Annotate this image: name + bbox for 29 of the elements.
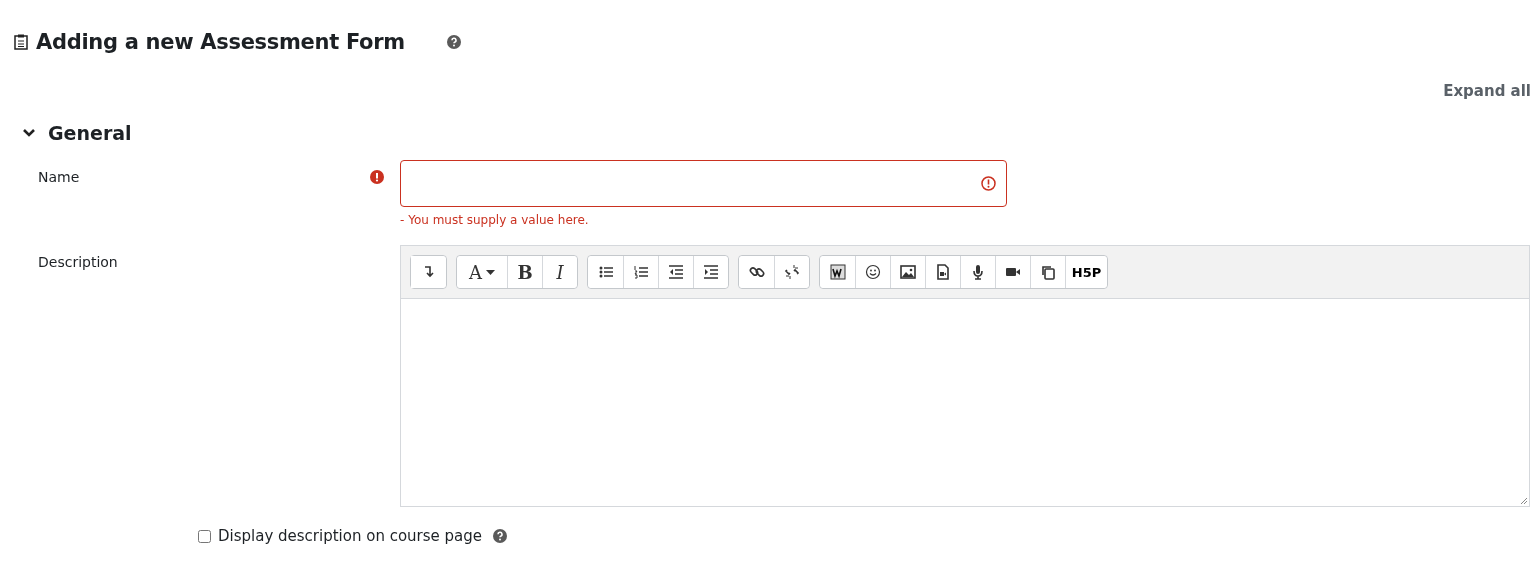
italic-button[interactable]: I: [542, 256, 577, 288]
numbered-list-icon: [632, 263, 650, 281]
chevron-icon[interactable]: [22, 128, 36, 138]
indent-button[interactable]: [693, 256, 728, 288]
clipboard-icon: [14, 34, 28, 50]
unlink-button[interactable]: [774, 256, 809, 288]
indent-icon: [702, 263, 720, 281]
page-title: Adding a new Assessment Form: [36, 30, 405, 54]
outdent-icon: [667, 263, 685, 281]
field-label: Description: [38, 253, 119, 272]
down-arrow-button[interactable]: [411, 256, 446, 288]
error-icon: [981, 176, 996, 191]
section-title: General: [48, 122, 132, 144]
help-icon[interactable]: [493, 529, 508, 543]
smiley-icon: [864, 263, 882, 281]
checkbox-label: Display description on course page: [218, 527, 483, 545]
h5p-button[interactable]: H5P: [1065, 256, 1107, 288]
video-file-icon: [934, 263, 952, 281]
help-icon[interactable]: [446, 35, 461, 49]
word-document-icon: [828, 263, 847, 281]
resize-handle-icon[interactable]: [1520, 497, 1528, 505]
error-message: - You must supply a value here.: [400, 213, 590, 227]
image-icon: [899, 263, 917, 281]
expand-all-link[interactable]: Expand all: [1443, 82, 1531, 106]
name-input[interactable]: [400, 160, 1007, 207]
field-label: Name: [38, 168, 81, 187]
copy-icon: [1039, 263, 1057, 281]
checkbox[interactable]: [198, 529, 211, 543]
caret-icon: [486, 269, 495, 275]
